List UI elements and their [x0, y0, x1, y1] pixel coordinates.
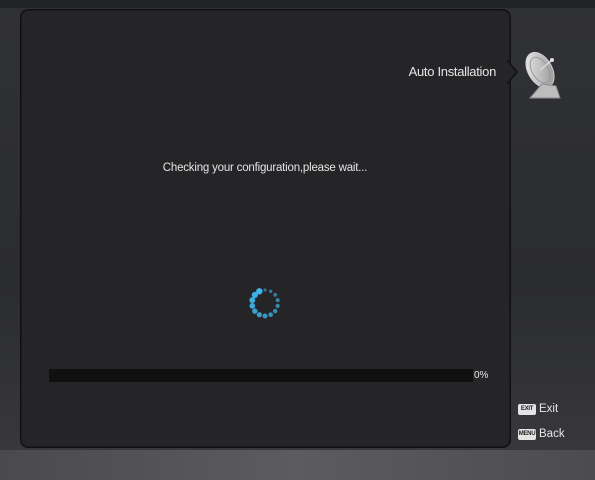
status-message: Checking your configuration,please wait.… [162, 162, 368, 174]
spinner-dot [249, 303, 256, 309]
satellite-dish-icon [525, 51, 561, 99]
back-key-label: Back [539, 428, 565, 440]
spinner-dot [262, 313, 268, 319]
spinner-dot [273, 293, 278, 297]
progress-percent: 0% [474, 370, 489, 381]
title-pointer [506, 60, 516, 84]
spinner-dot [252, 308, 258, 314]
exit-key-label: Exit [539, 403, 559, 415]
back-key-hint[interactable]: MENU Back [518, 427, 565, 441]
spinner-dot [263, 288, 267, 292]
exit-key-hint[interactable]: EXIT Exit [518, 402, 558, 416]
spinner-dot [256, 312, 262, 318]
bottom-band [0, 450, 595, 480]
spinner-dot [256, 288, 263, 295]
top-band [0, 0, 595, 8]
spinner-dot [275, 298, 280, 303]
spinner-dot [275, 303, 280, 308]
page-title: Auto Installation [408, 64, 497, 79]
menu-key-icon: MENU [518, 428, 536, 440]
spinner-dot [249, 297, 256, 304]
progress-bar [49, 369, 473, 382]
spinner-dot [272, 308, 278, 314]
exit-key-icon: EXIT [518, 403, 536, 415]
spinner-dot [268, 312, 273, 318]
spinner-dot [268, 289, 273, 294]
loading-spinner-icon [249, 288, 280, 319]
